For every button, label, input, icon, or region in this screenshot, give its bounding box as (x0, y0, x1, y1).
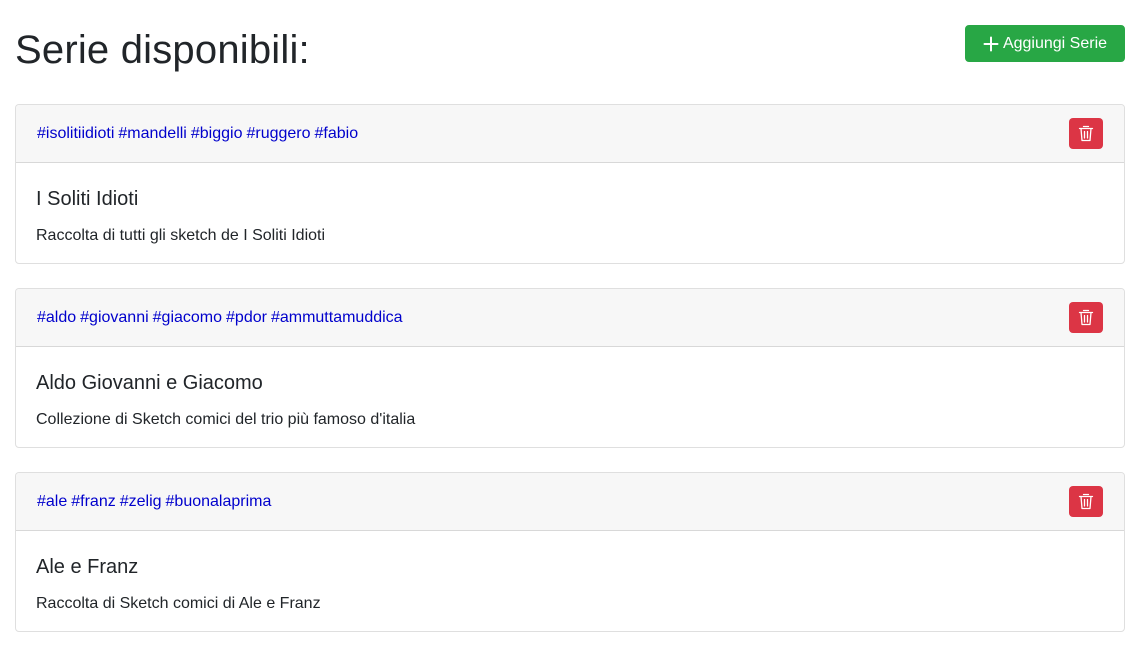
delete-series-button[interactable] (1069, 118, 1103, 149)
trash-icon (1078, 309, 1094, 326)
tag-link[interactable]: #giovanni (80, 309, 149, 327)
series-title: Aldo Giovanni e Giacomo (36, 372, 263, 394)
tag-list: #aldo #giovanni #giacomo #pdor #ammuttam… (37, 289, 407, 347)
series-description: Raccolta di Sketch comici di Ale e Franz (36, 595, 321, 612)
series-description: Raccolta di tutti gli sketch de I Soliti… (36, 227, 326, 244)
tag-link[interactable]: #biggio (191, 125, 243, 143)
tag-link[interactable]: #giacomo (153, 309, 222, 327)
delete-series-button[interactable] (1069, 486, 1103, 517)
series-card: #ale #franz #zelig #buonalaprima Ale e F… (15, 472, 1125, 632)
page-title: Serie disponibili: (15, 28, 310, 72)
series-card: #aldo #giovanni #giacomo #pdor #ammuttam… (15, 288, 1125, 448)
tag-link[interactable]: #pdor (226, 309, 267, 327)
series-title: Ale e Franz (36, 556, 139, 578)
tag-link[interactable]: #ammuttamuddica (271, 309, 403, 327)
tag-link[interactable]: #franz (71, 493, 115, 511)
tag-link[interactable]: #zelig (120, 493, 162, 511)
trash-icon (1078, 125, 1094, 142)
plus-icon (983, 36, 999, 52)
tag-link[interactable]: #buonalaprima (166, 493, 272, 511)
tag-link[interactable]: #fabio (315, 125, 359, 143)
tag-link[interactable]: #aldo (37, 309, 76, 327)
card-header: #isolitiidioti #mandelli #biggio #rugger… (16, 105, 1124, 163)
card-header: #ale #franz #zelig #buonalaprima (16, 473, 1124, 531)
tag-link[interactable]: #isolitiidioti (37, 125, 114, 143)
series-card: #isolitiidioti #mandelli #biggio #rugger… (15, 104, 1125, 264)
trash-icon (1078, 493, 1094, 510)
card-body: Aldo Giovanni e Giacomo Collezione di Sk… (16, 347, 1124, 447)
card-body: I Soliti Idioti Raccolta di tutti gli sk… (16, 163, 1124, 263)
series-title: I Soliti Idioti (36, 188, 139, 210)
tag-list: #isolitiidioti #mandelli #biggio #rugger… (37, 105, 362, 163)
tag-link[interactable]: #ale (37, 493, 67, 511)
add-series-button[interactable]: Aggiungi Serie (965, 25, 1125, 62)
tag-link[interactable]: #ruggero (246, 125, 310, 143)
card-header: #aldo #giovanni #giacomo #pdor #ammuttam… (16, 289, 1124, 347)
tag-list: #ale #franz #zelig #buonalaprima (37, 473, 275, 531)
tag-link[interactable]: #mandelli (118, 125, 186, 143)
card-body: Ale e Franz Raccolta di Sketch comici di… (16, 531, 1124, 631)
series-description: Collezione di Sketch comici del trio più… (36, 411, 416, 428)
delete-series-button[interactable] (1069, 302, 1103, 333)
add-series-label: Aggiungi Serie (1002, 34, 1108, 52)
